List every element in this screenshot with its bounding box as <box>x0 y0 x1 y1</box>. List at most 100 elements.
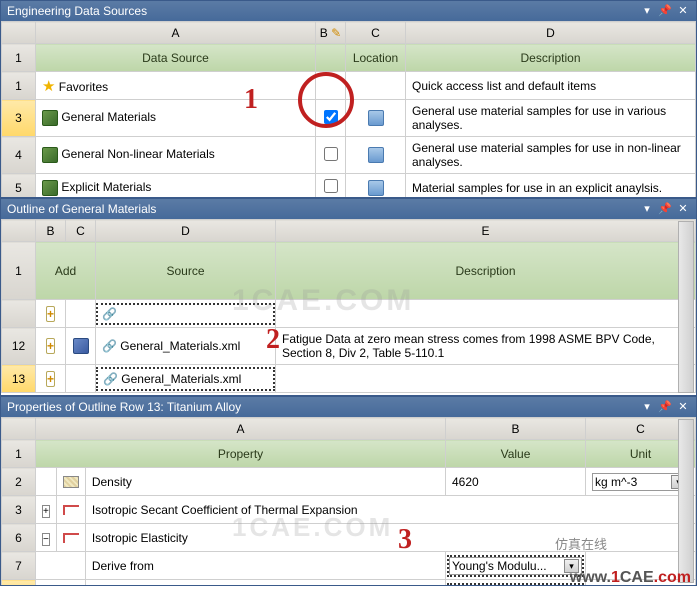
close-icon[interactable]: ✕ <box>676 202 690 216</box>
enable-checkbox[interactable] <box>324 179 338 193</box>
pin-icon[interactable]: 📌 <box>658 400 672 414</box>
elasticity-icon <box>63 505 79 515</box>
dropdown-icon[interactable]: ▾ <box>640 202 654 216</box>
property-name: Young's Modulus <box>85 580 445 587</box>
panel-header: Engineering Data Sources ▾ 📌 ✕ <box>1 1 696 21</box>
engineering-data-sources-panel: Engineering Data Sources ▾ 📌 ✕ A B ✎ C D… <box>0 0 697 198</box>
property-value[interactable]: 4620 <box>446 468 586 496</box>
row-num: 4 <box>2 137 36 174</box>
add-icon[interactable]: + <box>46 306 55 322</box>
row-num-1[interactable]: 1 <box>2 44 36 72</box>
table-row[interactable]: 5 Explicit Materials Material samples fo… <box>2 174 696 199</box>
col-b[interactable]: B ✎ <box>316 22 346 44</box>
table-row[interactable]: 1 ★ Favorites Quick access list and defa… <box>2 72 696 100</box>
add-icon[interactable]: + <box>46 371 55 387</box>
row-num: 6 <box>2 524 36 552</box>
table-row[interactable]: 2 Density 4620 kg m^-3▾ <box>2 468 696 496</box>
source-file: General_Materials.xml <box>120 339 240 353</box>
row-num-1[interactable]: 1 <box>2 440 36 468</box>
enable-checkbox[interactable] <box>324 147 338 161</box>
row-num-1[interactable]: 1 <box>2 242 36 300</box>
description: Fatigue Data at zero mean stress comes f… <box>276 328 696 365</box>
collapse-icon[interactable]: − <box>42 533 50 546</box>
head-source: Source <box>96 242 276 300</box>
head-add: Add <box>36 242 96 300</box>
scrollbar[interactable] <box>678 419 694 583</box>
head-property: Property <box>36 440 446 468</box>
table-row[interactable]: 3 General Materials General use material… <box>2 100 696 137</box>
chat-hint: 仿真在线 <box>555 534 607 553</box>
description: General use material samples for use in … <box>406 137 696 174</box>
save-icon[interactable] <box>368 147 384 163</box>
row-num: 13 <box>2 365 36 393</box>
row-num: 2 <box>2 468 36 496</box>
description: Material samples for use in an explicit … <box>406 174 696 199</box>
dropdown-icon[interactable]: ▾ <box>640 400 654 414</box>
row-num: 7 <box>2 552 36 580</box>
link-icon: 🔗 <box>102 307 117 321</box>
star-icon: ★ <box>42 78 55 95</box>
col-a[interactable]: A <box>36 22 316 44</box>
properties-panel: Properties of Outline Row 13: Titanium A… <box>0 396 697 586</box>
panel-title: Outline of General Materials <box>7 202 156 216</box>
table-row[interactable]: 3 + Isotropic Secant Coefficient of Ther… <box>2 496 696 524</box>
elasticity-icon <box>63 533 79 543</box>
dropdown-icon[interactable]: ▾ <box>640 4 654 18</box>
book-icon <box>42 110 58 126</box>
col-e[interactable]: E <box>276 220 696 242</box>
table-row[interactable]: + 🔗 <box>2 300 696 328</box>
row-num: 12 <box>2 328 36 365</box>
expand-icon[interactable]: + <box>42 505 50 518</box>
col-a[interactable]: A <box>36 418 446 440</box>
col-d[interactable]: D <box>406 22 696 44</box>
head-value: Value <box>446 440 586 468</box>
panel-header: Outline of General Materials ▾ 📌 ✕ <box>1 199 696 219</box>
col-b[interactable]: B <box>36 220 66 242</box>
col-c[interactable]: C <box>346 22 406 44</box>
property-value[interactable]: 9.6E+10 <box>447 583 584 587</box>
save-icon[interactable] <box>368 110 384 126</box>
enable-checkbox[interactable] <box>324 110 338 124</box>
property-name: Density <box>85 468 445 496</box>
unit-dropdown[interactable]: kg m^-3▾ <box>592 473 689 491</box>
derive-dropdown[interactable]: Young's Modulu...▾ <box>449 557 582 575</box>
table-row[interactable]: 13 + 🔗 General_Materials.xml <box>2 365 696 393</box>
source-file: General_Materials.xml <box>121 372 241 386</box>
book-icon <box>42 180 58 196</box>
col-b[interactable]: B <box>446 418 586 440</box>
pin-icon[interactable]: 📌 <box>658 202 672 216</box>
row-num: 1 <box>2 72 36 100</box>
save-icon[interactable] <box>368 180 384 196</box>
row-num: 3 <box>2 100 36 137</box>
table-row[interactable]: 12 + 🔗 General_Materials.xml Fatigue Dat… <box>2 328 696 365</box>
head-datasource: Data Source <box>36 44 316 72</box>
close-icon[interactable]: ✕ <box>676 4 690 18</box>
row-num: 3 <box>2 496 36 524</box>
pencil-icon: ✎ <box>331 26 341 40</box>
source-name: Favorites <box>59 80 108 94</box>
row-num: 5 <box>2 174 36 199</box>
close-icon[interactable]: ✕ <box>676 400 690 414</box>
add-icon[interactable]: + <box>46 338 55 354</box>
panel-title: Engineering Data Sources <box>7 4 147 18</box>
col-c[interactable]: C <box>66 220 96 242</box>
footer-logo: www.1CAE.com <box>570 569 691 587</box>
col-d[interactable]: D <box>96 220 276 242</box>
outline-grid: B C D E 1 Add Source Description + 🔗 12 … <box>1 219 696 393</box>
link-icon: 🔗 <box>102 339 117 353</box>
panel-title: Properties of Outline Row 13: Titanium A… <box>7 400 241 414</box>
pin-icon[interactable]: 📌 <box>658 4 672 18</box>
source-name: General Materials <box>61 110 156 124</box>
description: Quick access list and default items <box>406 72 696 100</box>
property-name: Derive from <box>85 552 445 580</box>
head-description: Description <box>276 242 696 300</box>
book-icon <box>73 338 89 354</box>
row-num: 8 <box>2 580 36 587</box>
source-name: Explicit Materials <box>61 180 151 194</box>
scrollbar[interactable] <box>678 221 694 393</box>
panel-header: Properties of Outline Row 13: Titanium A… <box>1 397 696 417</box>
source-name: General Non-linear Materials <box>61 147 214 161</box>
description: General use material samples for use in … <box>406 100 696 137</box>
book-icon <box>42 147 58 163</box>
table-row[interactable]: 4 General Non-linear Materials General u… <box>2 137 696 174</box>
